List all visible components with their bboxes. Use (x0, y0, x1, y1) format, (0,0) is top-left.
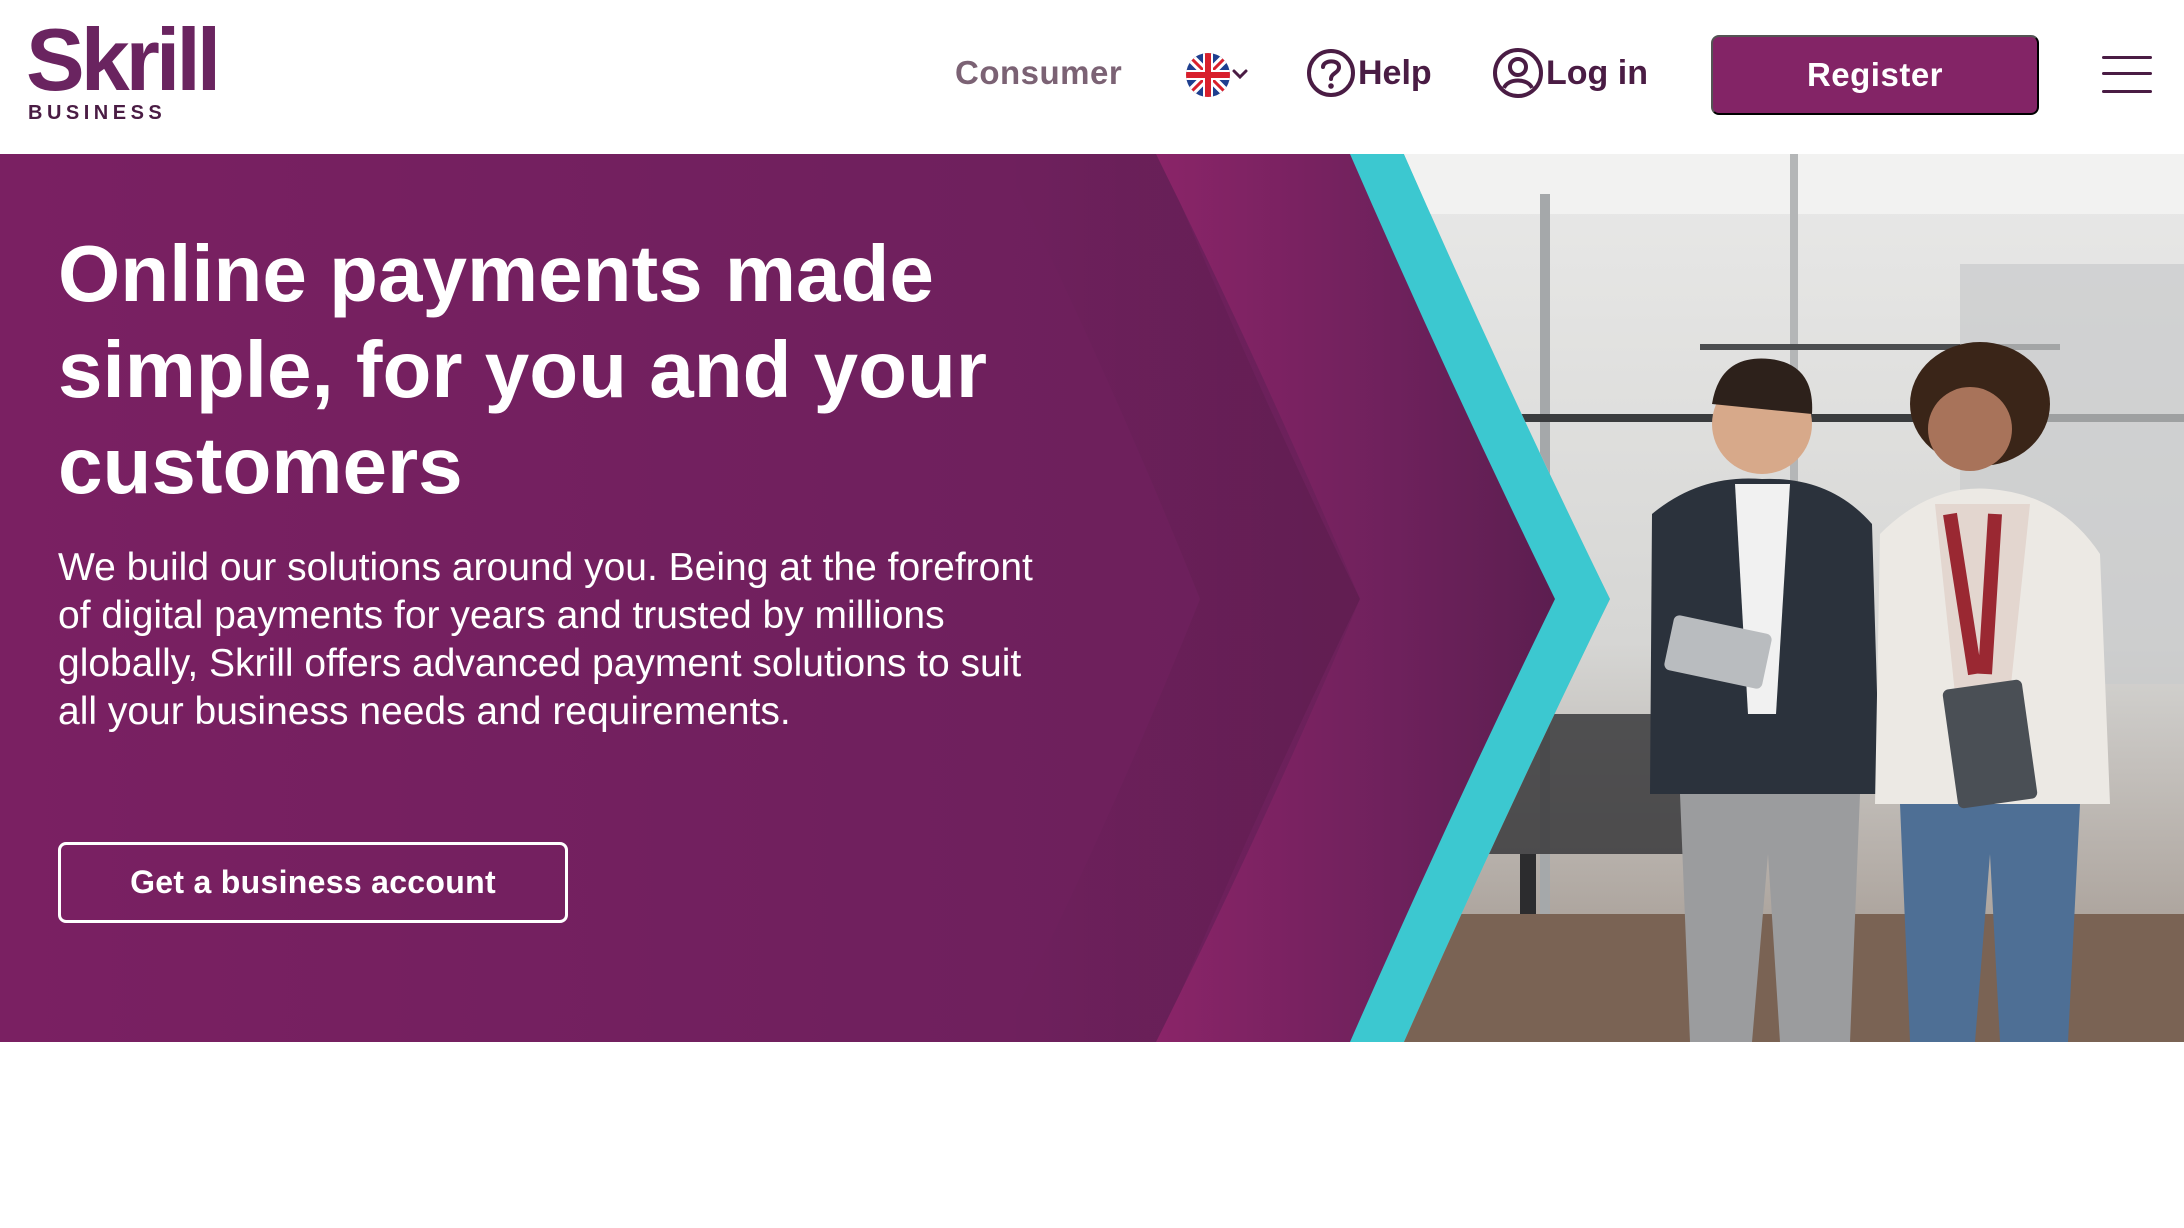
logo-subtitle: BUSINESS (28, 102, 167, 124)
login-link[interactable]: Log in (1492, 46, 1648, 100)
user-circle-icon (1493, 48, 1543, 98)
help-label: Help (1358, 53, 1432, 92)
hero-banner: Online payments made simple, for you and… (0, 154, 2184, 1042)
hero-description: We build our solutions around you. Being… (58, 546, 1033, 733)
language-selector[interactable] (1184, 50, 1254, 100)
consumer-link[interactable]: Consumer (955, 54, 1122, 92)
hamburger-menu-icon[interactable] (2102, 52, 2152, 96)
logo-wordmark: Skrill (26, 10, 221, 109)
chevron-down-icon (1232, 69, 1248, 80)
register-button[interactable]: Register (1711, 35, 2039, 115)
skrill-business-logo[interactable]: Skrill BUSINESS (26, 16, 226, 128)
question-circle-icon (1307, 49, 1355, 97)
site-header: Skrill BUSINESS Consumer Help Log in Reg… (0, 0, 2184, 154)
hero-title: Online payments made simple, for you and… (58, 229, 988, 510)
get-business-account-button[interactable]: Get a business account (58, 842, 568, 923)
page: Skrill BUSINESS Consumer Help Log in Reg… (0, 0, 2184, 1228)
login-label: Log in (1546, 53, 1648, 92)
help-link[interactable]: Help (1306, 46, 1432, 100)
uk-flag-icon (1186, 53, 1248, 97)
